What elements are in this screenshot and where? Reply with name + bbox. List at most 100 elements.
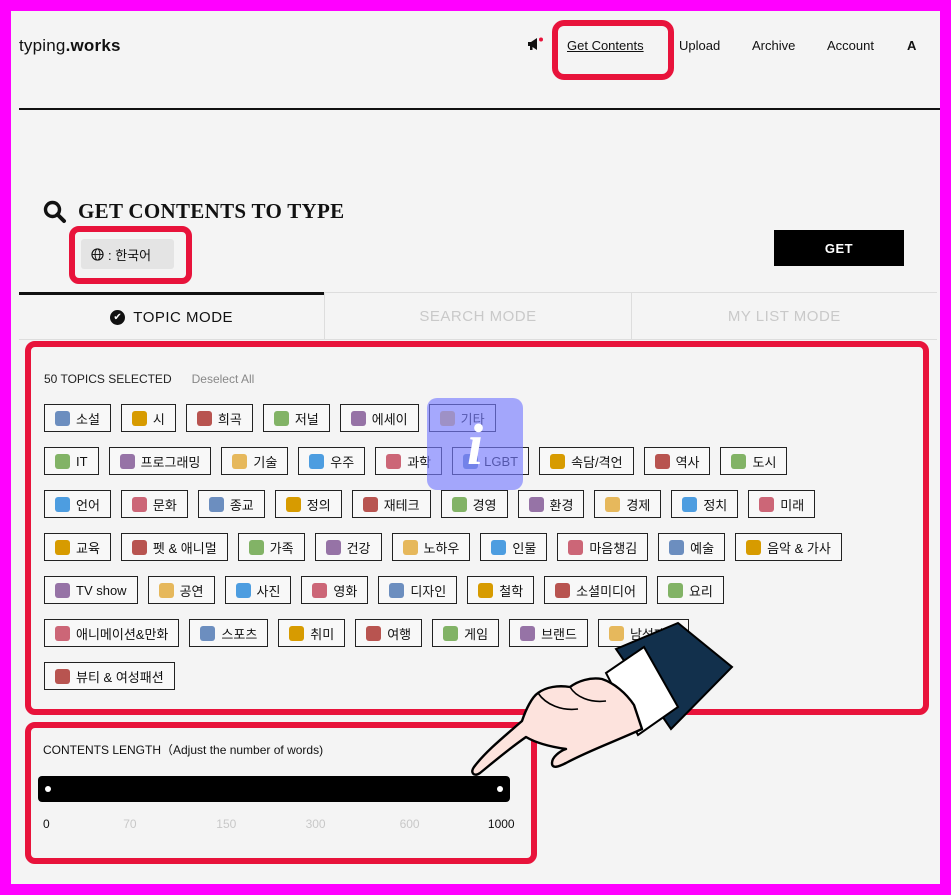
topic-chip[interactable]: 시 (120, 404, 176, 432)
megaphone-icon[interactable] (527, 37, 543, 51)
topics-header: 50 TOPICS SELECTED Deselect All (44, 372, 254, 386)
topic-chip[interactable]: 기술 (221, 447, 289, 475)
topic-chip[interactable]: 가족 (237, 533, 305, 561)
topic-label: 역사 (675, 454, 700, 470)
topic-chip[interactable]: 공연 (147, 576, 215, 604)
topic-chip[interactable]: 재테크 (351, 490, 431, 518)
topic-chip[interactable]: 속담/격언 (539, 447, 634, 475)
topic-label: 경제 (626, 497, 651, 513)
tab-topic-mode[interactable]: ✔ TOPIC MODE (19, 292, 325, 339)
topic-chip[interactable]: 희곡 (185, 404, 253, 432)
topic-label: 철학 (499, 583, 524, 599)
length-slider[interactable] (38, 776, 510, 802)
topic-chip[interactable]: 소셜미디어 (544, 576, 647, 604)
topic-chip[interactable]: 철학 (467, 576, 535, 604)
topic-label: 에세이 (371, 411, 408, 427)
topic-chip[interactable]: 노하우 (391, 533, 471, 561)
topic-chip[interactable]: 취미 (278, 619, 346, 647)
topic-emoji-icon (55, 539, 70, 555)
topic-chip[interactable]: 역사 (643, 447, 711, 475)
topic-chip[interactable]: 마음챙김 (557, 533, 649, 561)
topic-label: 프로그래밍 (140, 454, 201, 470)
nav-account[interactable]: Account (827, 38, 874, 53)
topic-emoji-icon (654, 453, 670, 469)
check-circle-icon: ✔ (110, 309, 126, 325)
topic-label: 애니메이션&만화 (76, 626, 169, 642)
topic-label: 언어 (76, 497, 100, 513)
topic-emoji-icon (196, 410, 212, 426)
topic-chip[interactable]: 도시 (720, 447, 788, 475)
topic-chip[interactable]: 경제 (594, 490, 662, 518)
topic-emoji-icon (389, 582, 405, 598)
topic-chip[interactable]: 여행 (355, 619, 423, 647)
slider-tick-label: 1000 (487, 817, 515, 831)
topic-emoji-icon (568, 539, 584, 555)
slider-tick-label: 300 (305, 817, 326, 831)
tab-label: SEARCH MODE (419, 307, 537, 325)
topic-chip[interactable]: 요리 (656, 576, 724, 604)
topic-chip[interactable]: 애니메이션&만화 (44, 619, 180, 647)
nav-upload[interactable]: Upload (679, 38, 720, 53)
topic-chip[interactable]: 경영 (440, 490, 508, 518)
topic-chip[interactable]: 우주 (298, 447, 366, 475)
topic-emoji-icon (669, 539, 685, 555)
topic-chip[interactable]: 문화 (120, 490, 188, 518)
topic-chip[interactable]: 저널 (262, 404, 330, 432)
topic-chip[interactable]: 인물 (480, 533, 548, 561)
topic-chip[interactable]: TV show (44, 576, 138, 604)
topic-chip[interactable]: 디자인 (378, 576, 458, 604)
topic-emoji-icon (386, 453, 402, 469)
info-icon: i (427, 398, 523, 490)
topic-chip[interactable]: 음악 & 가사 (735, 533, 842, 561)
mode-tabs: ✔ TOPIC MODE SEARCH MODE MY LIST MODE (19, 292, 937, 340)
slider-handle-min[interactable] (45, 786, 51, 792)
topic-label: 희곡 (217, 411, 242, 427)
topic-chip[interactable]: 언어 (44, 490, 111, 518)
topic-label: 건강 (346, 540, 371, 556)
topic-emoji-icon (759, 496, 775, 512)
topic-chip[interactable]: 스포츠 (189, 619, 269, 647)
slider-tick-label: 0 (43, 817, 50, 831)
topic-emoji-icon (491, 539, 507, 555)
topic-emoji-icon (273, 410, 289, 426)
logo-suffix: .works (65, 36, 121, 55)
site-logo[interactable]: typing.works (19, 36, 121, 56)
topic-emoji-icon (235, 582, 251, 598)
topic-chip[interactable]: 소설 (44, 404, 111, 432)
topic-chip[interactable]: 프로그래밍 (108, 447, 212, 475)
deselect-all-button[interactable]: Deselect All (192, 372, 255, 386)
topic-chip[interactable]: 건강 (314, 533, 382, 561)
topic-label: 미래 (780, 497, 805, 513)
tab-my-list-mode[interactable]: MY LIST MODE (630, 293, 937, 339)
tab-search-mode[interactable]: SEARCH MODE (324, 293, 630, 339)
topic-label: 뷰티 & 여성패션 (76, 669, 164, 685)
topic-label: 시 (152, 411, 165, 427)
topic-chip[interactable]: 에세이 (339, 404, 419, 432)
topic-chip[interactable]: 정치 (671, 490, 739, 518)
nav-language-toggle[interactable]: A (907, 38, 916, 53)
topic-chip[interactable]: 뷰티 & 여성패션 (44, 662, 175, 690)
topic-emoji-icon (55, 625, 70, 641)
topic-label: 인물 (512, 540, 537, 556)
topic-emoji-icon (248, 539, 264, 555)
topic-chip[interactable]: IT (44, 447, 99, 475)
topic-label: 소설 (76, 411, 100, 427)
topic-chip[interactable]: 사진 (224, 576, 292, 604)
topic-chip[interactable]: 예술 (658, 533, 726, 561)
topic-chip[interactable]: 미래 (748, 490, 816, 518)
search-icon (43, 200, 66, 223)
topic-emoji-icon (682, 496, 698, 512)
topic-chip[interactable]: 정의 (274, 490, 342, 518)
topic-emoji-icon (55, 453, 70, 469)
topic-emoji-icon (451, 496, 467, 512)
nav-archive[interactable]: Archive (752, 38, 795, 53)
get-button[interactable]: GET (774, 230, 904, 266)
topic-chip[interactable]: 교육 (44, 533, 111, 561)
topic-label: TV show (76, 582, 127, 598)
topic-chip[interactable]: 영화 (301, 576, 369, 604)
topic-label: 우주 (330, 454, 355, 470)
topic-chip[interactable]: 펫 & 애니멀 (120, 533, 228, 561)
topic-chip[interactable]: 환경 (517, 490, 585, 518)
topic-chip[interactable]: 종교 (197, 490, 265, 518)
slider-tick-label: 150 (216, 817, 237, 831)
